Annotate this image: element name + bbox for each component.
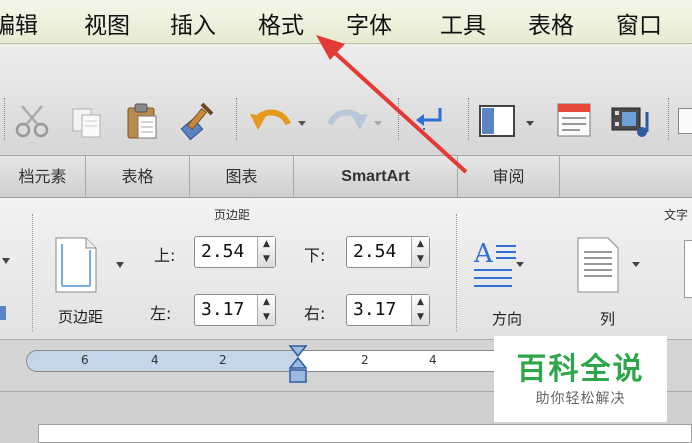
annotation-arrow-icon [316, 35, 468, 174]
